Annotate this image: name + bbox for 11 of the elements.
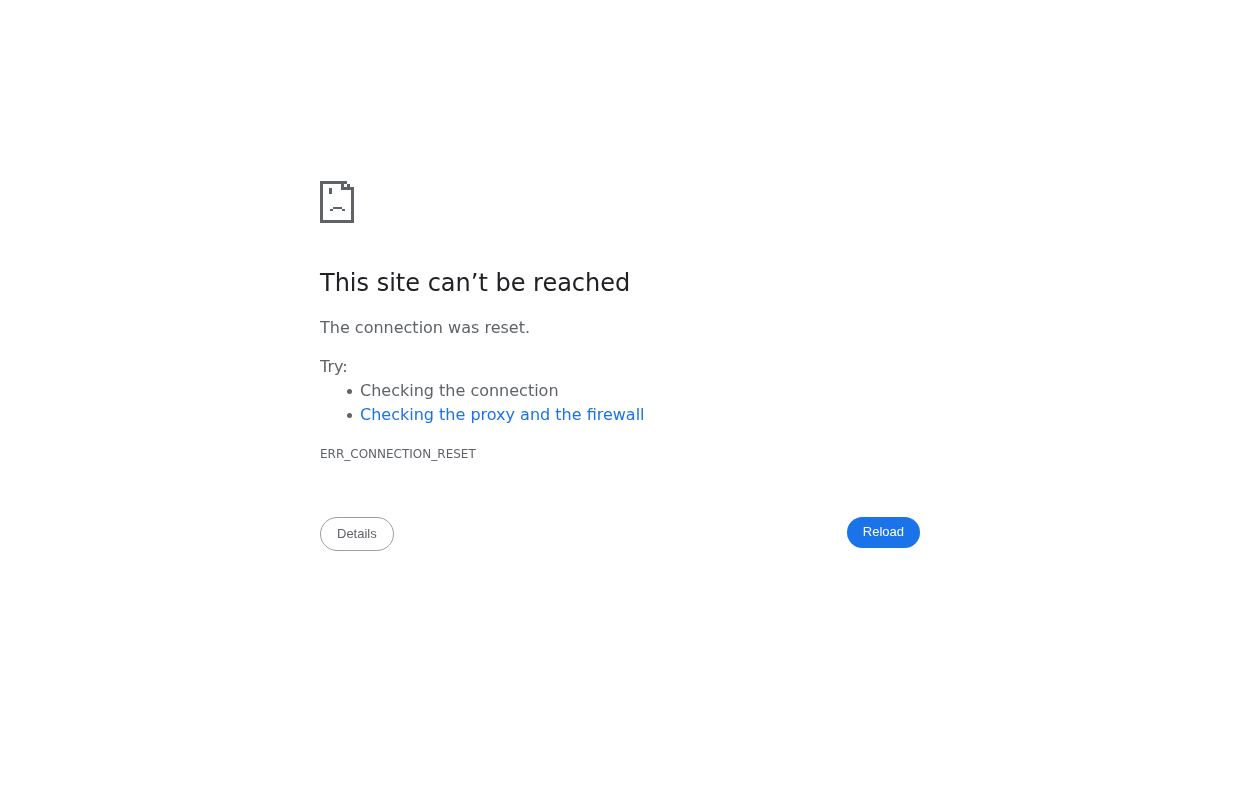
bullet-icon [347, 388, 352, 394]
sad-page-icon [320, 181, 354, 223]
reload-button[interactable]: Reload [846, 517, 920, 548]
details-button[interactable]: Details [320, 517, 394, 551]
suggestions-label: Try: [320, 357, 348, 377]
page-heading: This site can’t be reached [320, 268, 631, 298]
error-code: ERR_CONNECTION_RESET [320, 446, 476, 462]
bullet-icon [347, 412, 352, 418]
suggestion-link[interactable]: Checking the proxy and the firewall [360, 405, 645, 425]
error-message: The connection was reset. [320, 318, 530, 338]
suggestion-text: Checking the connection [360, 381, 559, 401]
